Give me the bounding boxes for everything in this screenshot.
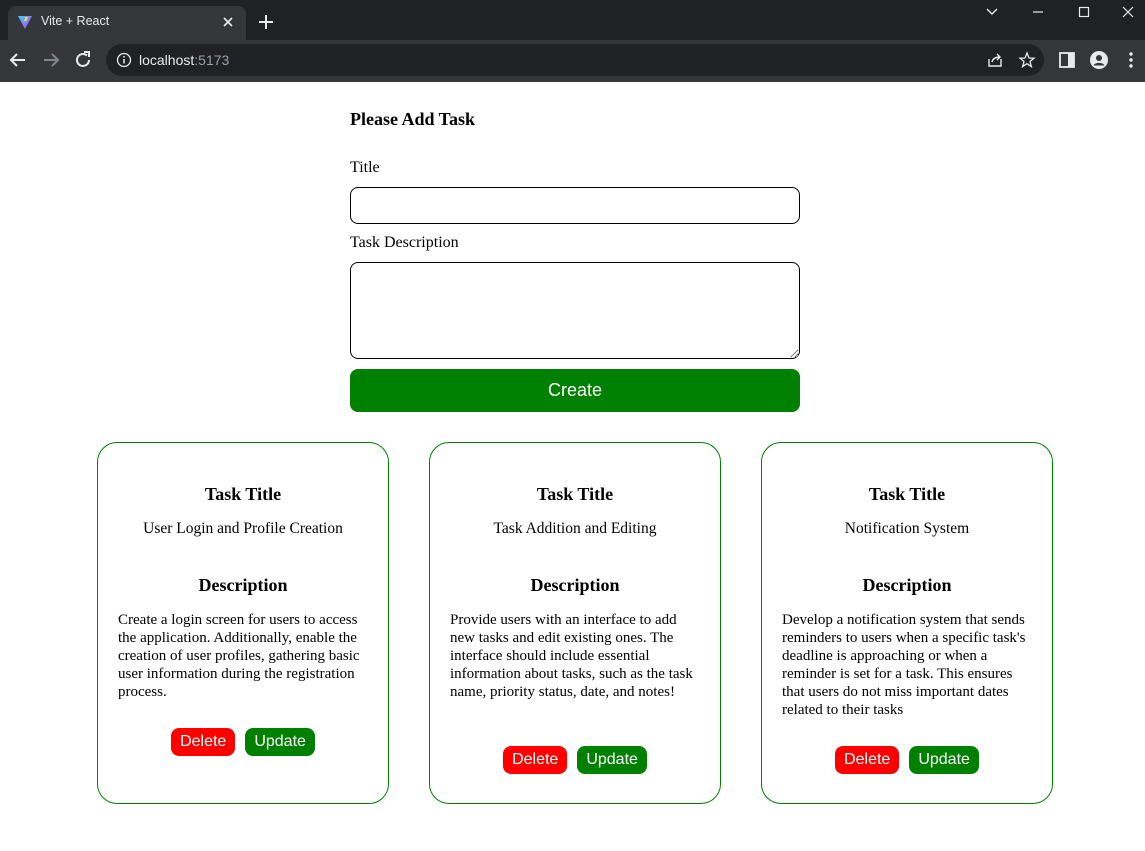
task-card: Task Title User Login and Profile Creati… <box>97 442 389 804</box>
card-actions: Delete Update <box>98 728 388 756</box>
more-menu-icon[interactable] <box>1121 50 1141 70</box>
task-description-text: Develop a notification system that sends… <box>782 612 1026 718</box>
task-card: Task Title Notification System Descripti… <box>761 442 1053 804</box>
url-port: :5173 <box>194 52 230 68</box>
new-tab-icon[interactable] <box>256 12 276 32</box>
close-tab-icon[interactable] <box>220 14 236 30</box>
title-input[interactable] <box>350 187 800 224</box>
bookmark-star-icon[interactable] <box>1018 51 1036 69</box>
reload-icon[interactable] <box>72 49 94 71</box>
delete-button[interactable]: Delete <box>835 746 900 774</box>
task-title-text: User Login and Profile Creation <box>143 520 343 537</box>
update-button[interactable]: Update <box>245 728 315 756</box>
title-label: Title <box>350 159 380 176</box>
browser-toolbar: localhost:5173 <box>0 40 1145 82</box>
task-description-input[interactable] <box>350 262 800 359</box>
delete-button[interactable]: Delete <box>171 728 236 756</box>
card-actions: Delete Update <box>762 746 1052 774</box>
task-description-text: Create a login screen for users to acces… <box>118 612 360 700</box>
site-info-icon[interactable] <box>116 52 132 68</box>
description-heading: Description <box>198 575 288 595</box>
forward-arrow-icon[interactable] <box>40 49 62 71</box>
back-arrow-icon[interactable] <box>7 49 29 71</box>
card-actions: Delete Update <box>430 746 720 774</box>
minimize-icon[interactable] <box>1028 2 1048 22</box>
profile-avatar-icon[interactable] <box>1089 50 1109 70</box>
delete-button[interactable]: Delete <box>503 746 568 774</box>
tab-strip: Vite + React <box>0 0 1145 40</box>
browser-tab[interactable]: Vite + React <box>8 6 246 40</box>
address-bar[interactable]: localhost:5173 <box>106 44 1044 76</box>
tab-search-chevron-icon[interactable] <box>982 2 1002 22</box>
description-heading: Description <box>862 575 952 595</box>
description-heading: Description <box>530 575 620 595</box>
tab-title: Vite + React <box>41 14 110 28</box>
task-title-text: Task Addition and Editing <box>493 520 657 537</box>
share-icon[interactable] <box>986 51 1004 69</box>
url-host: localhost <box>139 52 195 68</box>
task-title-text: Notification System <box>844 520 970 537</box>
close-window-icon[interactable] <box>1118 2 1138 22</box>
maximize-icon[interactable] <box>1074 2 1094 22</box>
task-title-heading: Task Title <box>868 484 946 504</box>
task-title-heading: Task Title <box>536 484 614 504</box>
update-button[interactable]: Update <box>909 746 979 774</box>
url-text: localhost:5173 <box>139 52 229 68</box>
task-description-label: Task Description <box>350 234 459 251</box>
task-title-heading: Task Title <box>204 484 282 504</box>
task-description-text: Provide users with an interface to add n… <box>450 612 693 700</box>
update-button[interactable]: Update <box>577 746 647 774</box>
create-button[interactable]: Create <box>350 369 800 412</box>
side-panel-icon[interactable] <box>1057 50 1077 70</box>
browser-chrome: Vite + React localhost:5173 <box>0 0 1145 82</box>
form-heading: Please Add Task <box>350 109 476 129</box>
task-card: Task Title Task Addition and Editing Des… <box>429 442 721 804</box>
vite-logo-icon <box>18 16 32 29</box>
